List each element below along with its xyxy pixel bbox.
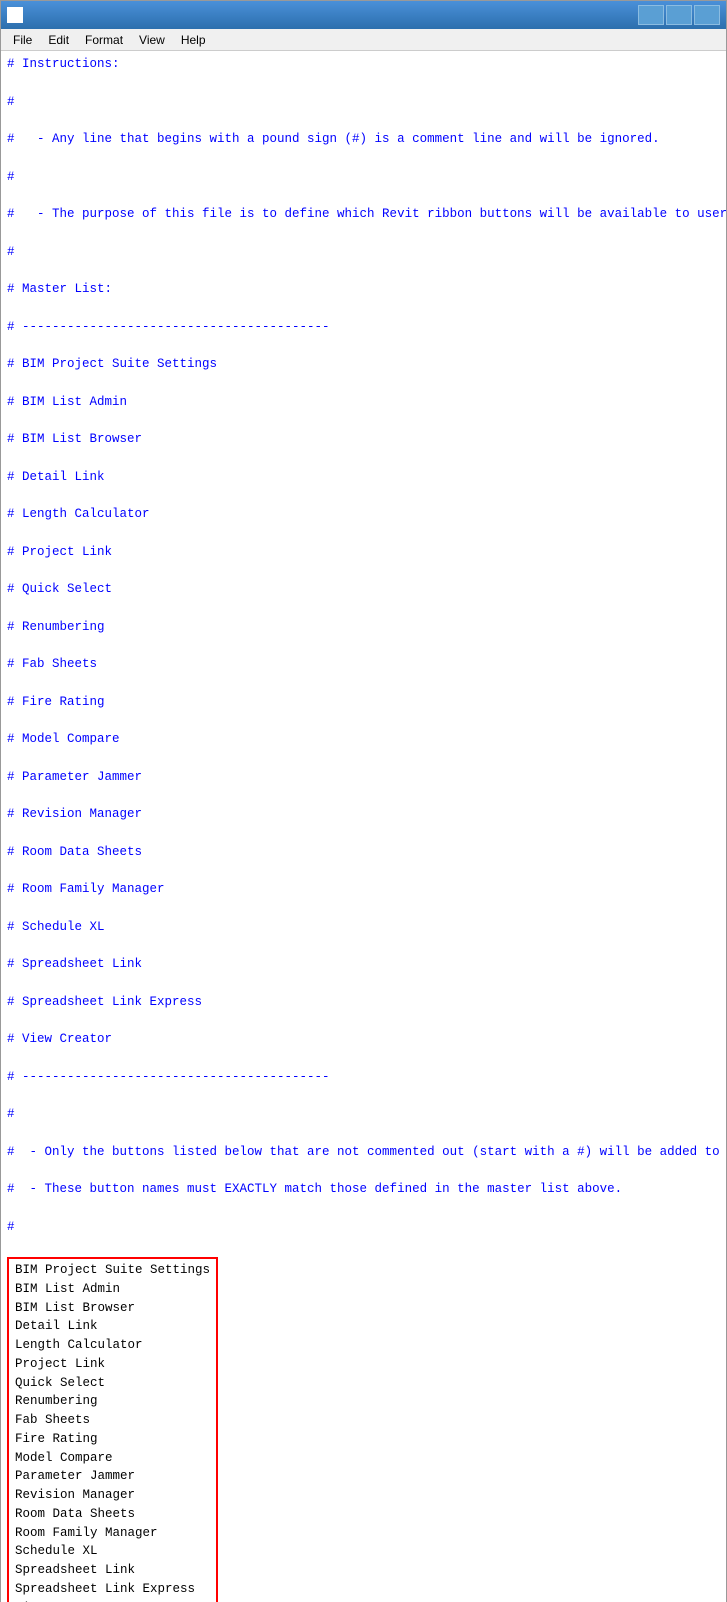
comment-line: # Master List: bbox=[7, 280, 720, 299]
list-item: Revision Manager bbox=[15, 1486, 210, 1505]
app-icon bbox=[7, 7, 23, 23]
comment-line: # Schedule XL bbox=[7, 918, 720, 937]
list-item: Spreadsheet Link Express bbox=[15, 1580, 210, 1599]
comment-line: # BIM List Admin bbox=[7, 393, 720, 412]
list-item: Schedule XL bbox=[15, 1542, 210, 1561]
comment-line: # BIM List Browser bbox=[7, 430, 720, 449]
comment-line: # bbox=[7, 243, 720, 262]
list-item: Room Family Manager bbox=[15, 1524, 210, 1543]
comment-line: # Quick Select bbox=[7, 580, 720, 599]
list-item: Detail Link bbox=[15, 1317, 210, 1336]
comment-line: # Fab Sheets bbox=[7, 655, 720, 674]
close-button[interactable] bbox=[694, 5, 720, 25]
list-item: Fab Sheets bbox=[15, 1411, 210, 1430]
list-item: Fire Rating bbox=[15, 1430, 210, 1449]
comment-line: # Room Family Manager bbox=[7, 880, 720, 899]
comment-line: # Model Compare bbox=[7, 730, 720, 749]
list-item: Quick Select bbox=[15, 1374, 210, 1393]
comment-line: # - Any line that begins with a pound si… bbox=[7, 130, 720, 149]
comment-line: # bbox=[7, 1105, 720, 1124]
list-item: Model Compare bbox=[15, 1449, 210, 1468]
comment-line: # Spreadsheet Link Express bbox=[7, 993, 720, 1012]
comment-line: # View Creator bbox=[7, 1030, 720, 1049]
text-editor[interactable]: # Instructions: # # - Any line that begi… bbox=[1, 51, 726, 1602]
list-item: View Creator bbox=[15, 1599, 210, 1602]
content-area: # Instructions: # # - Any line that begi… bbox=[1, 51, 726, 1602]
title-bar-left bbox=[7, 7, 29, 23]
active-list-box: BIM Project Suite SettingsBIM List Admin… bbox=[7, 1257, 218, 1602]
menu-help[interactable]: Help bbox=[173, 32, 214, 48]
comment-line: # Fire Rating bbox=[7, 693, 720, 712]
minimize-button[interactable] bbox=[638, 5, 664, 25]
comment-line: # Project Link bbox=[7, 543, 720, 562]
comment-line: # Parameter Jammer bbox=[7, 768, 720, 787]
comment-line: # --------------------------------------… bbox=[7, 1068, 720, 1087]
comment-line: # BIM Project Suite Settings bbox=[7, 355, 720, 374]
menu-format[interactable]: Format bbox=[77, 32, 131, 48]
list-item: Renumbering bbox=[15, 1392, 210, 1411]
list-item: Parameter Jammer bbox=[15, 1467, 210, 1486]
comment-line: # Revision Manager bbox=[7, 805, 720, 824]
comment-line: # bbox=[7, 93, 720, 112]
menu-edit[interactable]: Edit bbox=[40, 32, 77, 48]
comment-line: # Spreadsheet Link bbox=[7, 955, 720, 974]
comment-line: # --------------------------------------… bbox=[7, 318, 720, 337]
comment-line: # Detail Link bbox=[7, 468, 720, 487]
comment-line: # Renumbering bbox=[7, 618, 720, 637]
comment-line: # - These button names must EXACTLY matc… bbox=[7, 1180, 720, 1199]
list-item: BIM List Browser bbox=[15, 1299, 210, 1318]
menu-view[interactable]: View bbox=[131, 32, 173, 48]
comment-line: # Instructions: bbox=[7, 55, 720, 74]
comment-line: # bbox=[7, 168, 720, 187]
list-item: Length Calculator bbox=[15, 1336, 210, 1355]
list-item: BIM List Admin bbox=[15, 1280, 210, 1299]
window-controls bbox=[638, 5, 720, 25]
comment-line: # bbox=[7, 1218, 720, 1237]
list-item: Project Link bbox=[15, 1355, 210, 1374]
comment-line: # Room Data Sheets bbox=[7, 843, 720, 862]
menu-file[interactable]: File bbox=[5, 32, 40, 48]
title-bar bbox=[1, 1, 726, 29]
comment-line: # - The purpose of this file is to defin… bbox=[7, 205, 720, 224]
list-item: Spreadsheet Link bbox=[15, 1561, 210, 1580]
maximize-button[interactable] bbox=[666, 5, 692, 25]
menu-bar: File Edit Format View Help bbox=[1, 29, 726, 51]
list-item: Room Data Sheets bbox=[15, 1505, 210, 1524]
list-item: BIM Project Suite Settings bbox=[15, 1261, 210, 1280]
comment-line: # - Only the buttons listed below that a… bbox=[7, 1143, 720, 1162]
comment-line: # Length Calculator bbox=[7, 505, 720, 524]
notepad-window: File Edit Format View Help # Instruction… bbox=[0, 0, 727, 1602]
